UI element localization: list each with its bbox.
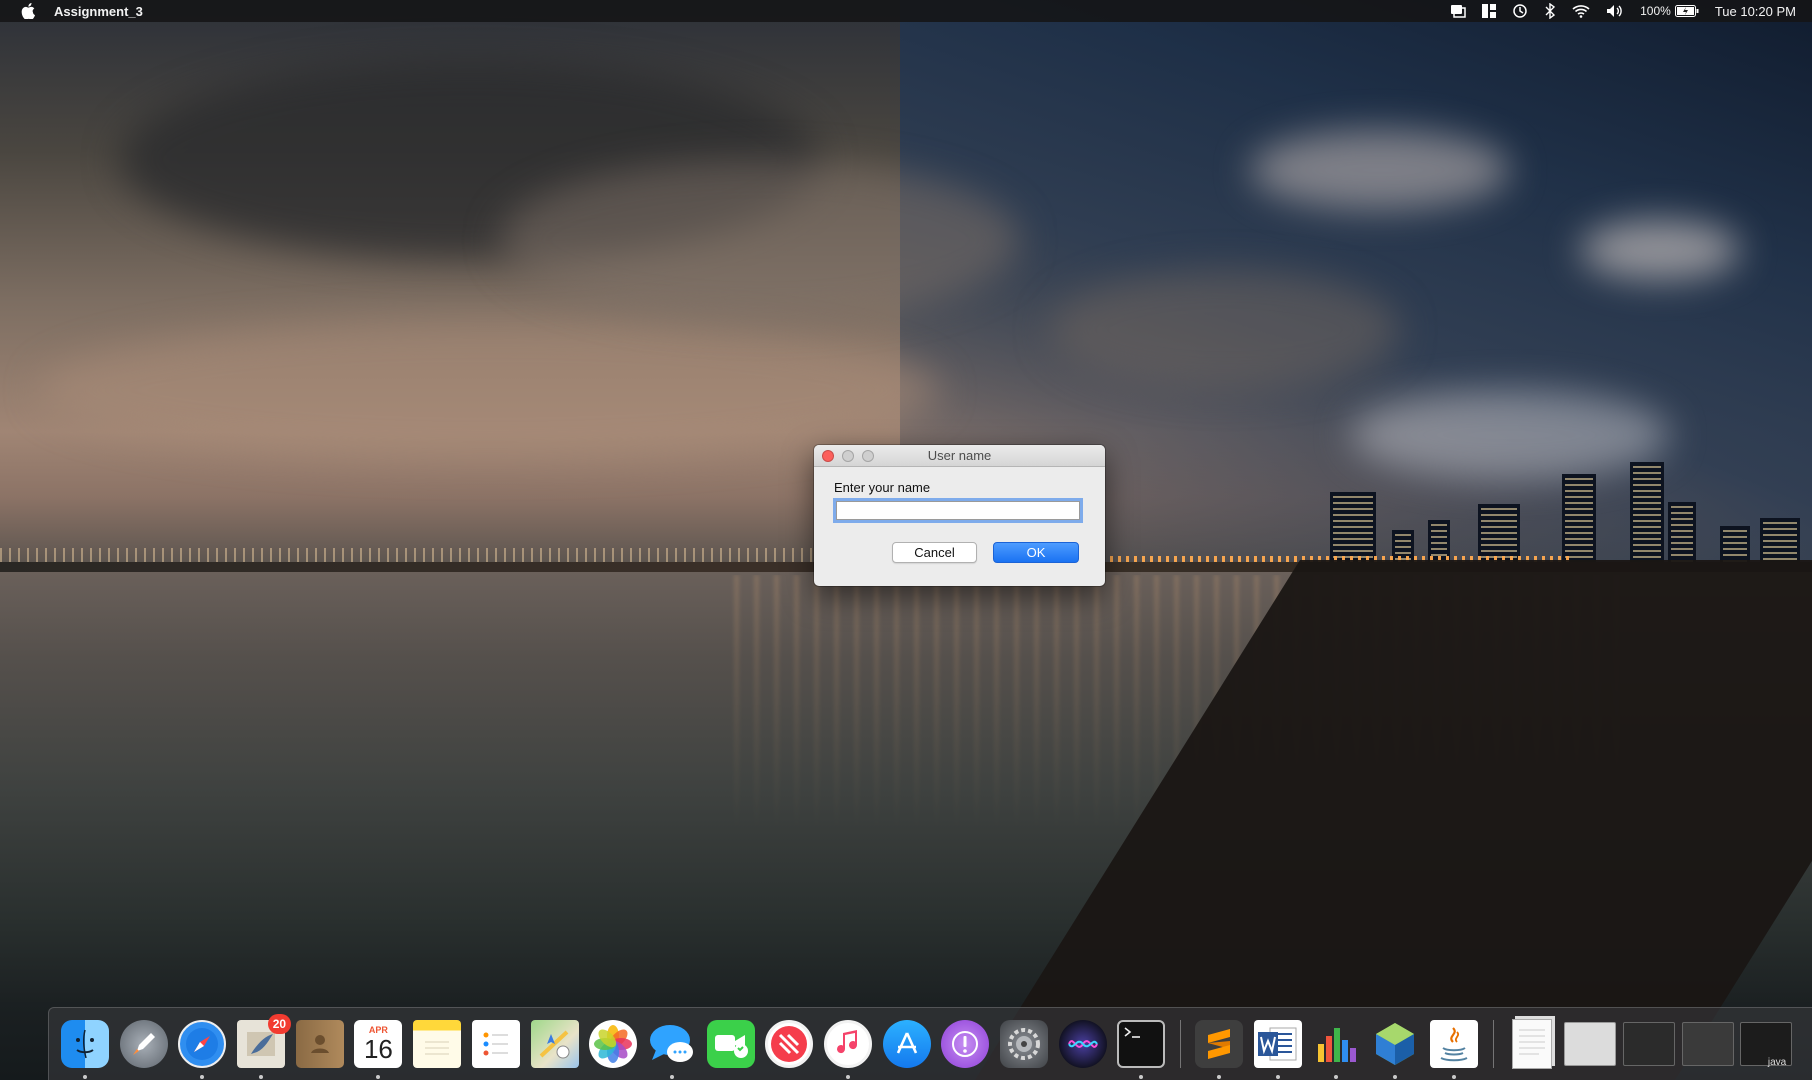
- safari-icon: [178, 1020, 227, 1068]
- dock-item-sublime-text[interactable]: [1193, 1018, 1245, 1079]
- minimized-java-label: java: [1767, 1057, 1787, 1068]
- wifi-icon[interactable]: [1572, 0, 1590, 22]
- word-icon: [1253, 1020, 1302, 1068]
- dock-item-notes[interactable]: [411, 1018, 463, 1070]
- dock-item-contacts[interactable]: [294, 1018, 346, 1070]
- dock-item-news[interactable]: [763, 1018, 815, 1070]
- dock-item-documents-stack[interactable]: [1506, 1018, 1558, 1070]
- feedback-icon: [941, 1020, 990, 1068]
- document-stack-icon: [1511, 1019, 1552, 1069]
- finder-icon: [61, 1020, 109, 1068]
- dock-item-mail[interactable]: 20: [235, 1014, 292, 1079]
- dock-item-system-preferences[interactable]: [998, 1018, 1050, 1070]
- numbers-icon: [1312, 1020, 1360, 1068]
- news-icon: [765, 1020, 814, 1068]
- calendar-icon: APR 16: [354, 1020, 403, 1068]
- time-machine-icon[interactable]: [1512, 0, 1528, 22]
- user-name-dialog: User name Enter your name Cancel OK: [814, 445, 1105, 586]
- maps-icon: [530, 1020, 579, 1068]
- city-skyline: [1300, 430, 1812, 570]
- itunes-icon: [823, 1020, 872, 1068]
- battery-percentage: 100%: [1640, 4, 1671, 18]
- launchpad-icon: [119, 1020, 168, 1068]
- dock-item-finder[interactable]: [59, 1018, 111, 1079]
- system-preferences-icon: [1000, 1020, 1048, 1068]
- dock-item-launchpad[interactable]: [118, 1018, 170, 1070]
- dock-separator-2: [1492, 1020, 1494, 1068]
- calendar-day: 16: [363, 1034, 393, 1064]
- dock-item-minimized-window[interactable]: [1681, 1018, 1734, 1070]
- dock-item-terminal[interactable]: [1115, 1018, 1167, 1079]
- dock-item-feedback-assistant[interactable]: [939, 1018, 991, 1070]
- menu-bar: Assignment_3 100% Tue 10:20 PM: [0, 0, 1812, 22]
- java-icon: [1429, 1020, 1478, 1068]
- minimize-window-button: [842, 450, 854, 462]
- terminal-icon: [1117, 1020, 1166, 1068]
- notification-icon[interactable]: [1450, 0, 1466, 22]
- dock-item-java[interactable]: [1428, 1018, 1480, 1079]
- minimized-window-thumbnail: [1681, 1022, 1734, 1066]
- dock-item-maps[interactable]: [529, 1018, 581, 1070]
- dock-item-reminders[interactable]: [470, 1018, 522, 1070]
- dock-item-netbeans[interactable]: [1369, 1018, 1421, 1079]
- clock[interactable]: Tue 10:20 PM: [1715, 0, 1796, 22]
- dock-item-photos[interactable]: [587, 1018, 639, 1070]
- cancel-button[interactable]: Cancel: [892, 542, 977, 563]
- netbeans-icon: [1371, 1020, 1419, 1068]
- name-prompt-label: Enter your name: [834, 480, 931, 495]
- dock-item-calendar[interactable]: APR 16: [352, 1018, 404, 1079]
- contacts-icon: [295, 1020, 344, 1068]
- dock-item-siri[interactable]: [1057, 1018, 1109, 1070]
- dock-item-numbers[interactable]: [1310, 1018, 1362, 1079]
- minimized-window-thumbnail: [1622, 1022, 1675, 1066]
- close-window-button[interactable]: [822, 450, 834, 462]
- facetime-icon: [706, 1020, 755, 1068]
- notes-icon: [413, 1020, 462, 1068]
- dock-item-minimized-word[interactable]: [1564, 1018, 1617, 1070]
- dialog-titlebar[interactable]: User name: [814, 445, 1105, 467]
- photos-icon: [589, 1020, 638, 1068]
- app-store-icon: [882, 1020, 931, 1068]
- messages-icon: [648, 1020, 696, 1068]
- dock-separator: [1180, 1020, 1182, 1068]
- name-input[interactable]: [833, 498, 1083, 523]
- apple-icon[interactable]: [20, 2, 36, 20]
- dock: 20 APR 16 java: [48, 1007, 1812, 1080]
- volume-icon[interactable]: [1606, 0, 1624, 22]
- mail-badge: 20: [267, 1014, 292, 1034]
- dock-item-minimized-java[interactable]: java: [1740, 1018, 1793, 1070]
- dock-item-microsoft-word[interactable]: [1252, 1018, 1304, 1079]
- minimized-window-thumbnail: [1564, 1022, 1617, 1066]
- dock-item-itunes[interactable]: [822, 1018, 874, 1079]
- dialog-title: User name: [927, 448, 992, 463]
- sublime-icon: [1195, 1020, 1244, 1068]
- ok-button[interactable]: OK: [993, 542, 1079, 563]
- battery-indicator[interactable]: 100%: [1640, 0, 1699, 22]
- dock-item-app-store[interactable]: [881, 1018, 933, 1070]
- bluetooth-icon[interactable]: [1544, 0, 1556, 22]
- active-app-name[interactable]: Assignment_3: [54, 4, 143, 19]
- dashboard-icon[interactable]: [1482, 0, 1497, 22]
- battery-icon: [1674, 5, 1699, 17]
- zoom-window-button: [862, 450, 874, 462]
- dock-item-minimized-sublime[interactable]: [1622, 1018, 1675, 1070]
- siri-icon: [1058, 1020, 1107, 1068]
- dock-item-messages[interactable]: [646, 1018, 698, 1079]
- reminders-icon: [471, 1020, 520, 1068]
- dock-item-facetime[interactable]: [705, 1018, 757, 1070]
- dock-item-safari[interactable]: [176, 1018, 228, 1079]
